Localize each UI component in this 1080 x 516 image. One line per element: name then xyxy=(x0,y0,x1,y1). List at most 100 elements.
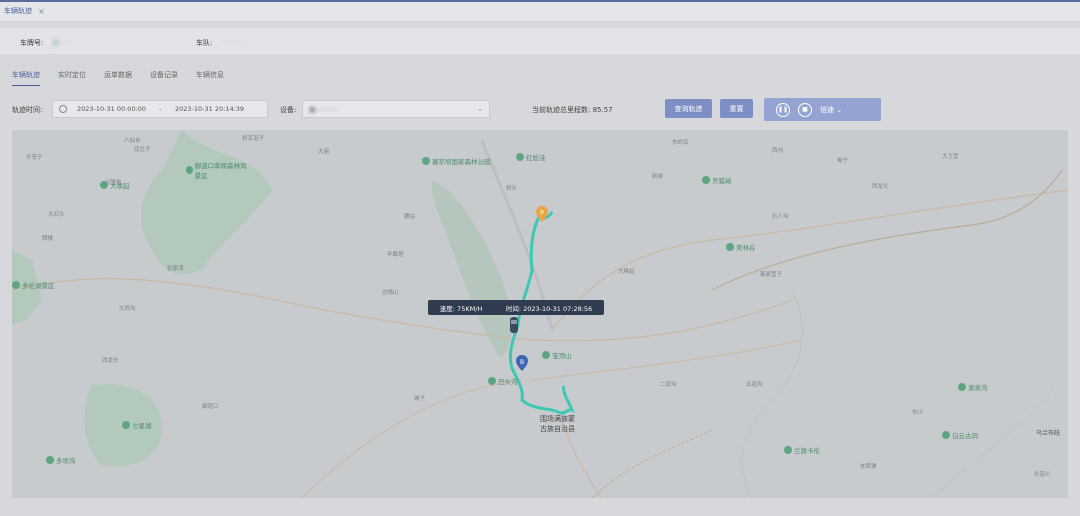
map-label: 姜家营子 xyxy=(760,272,783,278)
park-icon xyxy=(516,153,524,161)
calendar-icon xyxy=(59,105,67,113)
map-label: 大石头 xyxy=(48,212,65,218)
map-label: 二道沟 xyxy=(660,382,677,388)
map-label: 西龙头 xyxy=(102,358,119,364)
start-marker-label: P xyxy=(540,210,544,217)
range-separator: - xyxy=(159,105,162,113)
poi-marker[interactable]: 美林谷 xyxy=(726,242,756,252)
map-label: 将军泡子 xyxy=(242,136,265,142)
tab-bar xyxy=(0,0,1080,22)
fleet-label: 车队: xyxy=(196,39,213,47)
park-icon xyxy=(784,446,792,454)
playback-controls: ❚❚ ■ 倍速 ⌄ xyxy=(764,98,881,121)
end-marker-label: B xyxy=(520,359,524,366)
map-label: 乌兰布统 xyxy=(1036,430,1061,437)
park-icon xyxy=(100,181,108,189)
poi-marker[interactable]: 宝顶山 xyxy=(542,350,572,360)
end-marker[interactable]: B xyxy=(516,355,528,371)
subtab-realtime[interactable]: 实时定位 xyxy=(58,70,86,86)
pause-icon[interactable]: ❚❚ xyxy=(776,102,790,117)
time-label: 轨迹时间: xyxy=(12,106,43,114)
park-icon xyxy=(542,351,550,359)
sub-tabs: 车辆轨迹 实时定位 运单数据 设备记录 车辆信息 xyxy=(12,70,224,86)
map-label: 新拨 xyxy=(652,174,664,180)
subtab-waybill[interactable]: 运单数据 xyxy=(104,70,132,86)
time-range-picker[interactable]: 2023-10-31 00:00:00 - 2023-10-31 20:14:3… xyxy=(52,100,268,118)
device-label: 设备: xyxy=(280,106,297,114)
track-tooltip: 速度: 75KM/H 时间: 2023-10-31 07:28:56 xyxy=(428,300,604,315)
plate-value: 冀····· xyxy=(52,39,71,47)
park-icon xyxy=(942,431,950,439)
county-label: 围场满族蒙 古族自治县 xyxy=(540,414,575,434)
device-value: 冀··········· xyxy=(309,106,339,114)
start-marker[interactable]: P xyxy=(536,206,548,222)
park-icon xyxy=(488,377,496,385)
park-icon xyxy=(422,157,430,165)
map-label: 双岔子 xyxy=(134,147,151,153)
poi-marker[interactable]: 巴头沟 xyxy=(488,376,518,386)
map-label: 大王营 xyxy=(942,154,959,160)
poi-marker[interactable]: 塞罕坝国家森林公园 xyxy=(422,156,492,166)
county-name-line2: 古族自治县 xyxy=(540,425,575,433)
park-icon xyxy=(726,243,734,251)
device-select[interactable]: 冀··········· ⌄ xyxy=(302,100,490,118)
map-label: 西沟 xyxy=(772,148,784,154)
map-label: 大西沟 xyxy=(119,306,136,312)
tab-vehicle-track[interactable]: 车辆轨迹 × xyxy=(4,2,45,20)
map-label: 张家湾 xyxy=(167,266,184,272)
speed-select[interactable]: 倍速 ⌄ xyxy=(820,105,842,115)
poi-marker[interactable]: 多伦湖景区 xyxy=(12,280,55,290)
map-label: 半截塔 xyxy=(387,252,404,258)
stop-icon[interactable]: ■ xyxy=(798,102,812,117)
plate-label: 车牌号: xyxy=(20,39,44,47)
subtab-vehicle-info[interactable]: 车辆信息 xyxy=(196,70,224,86)
map-label: 边墙山 xyxy=(382,290,399,296)
subtab-device-record[interactable]: 设备记录 xyxy=(150,70,178,86)
county-name-line1: 围场满族蒙 xyxy=(540,415,575,423)
fleet-value: ·········· xyxy=(222,38,245,46)
park-icon xyxy=(122,421,130,429)
poi-marker[interactable]: 滚泉沟 xyxy=(958,382,988,392)
close-icon[interactable]: × xyxy=(38,7,45,16)
poi-marker[interactable]: 七星湖 xyxy=(122,420,152,430)
speed-label: 倍速 xyxy=(820,105,834,114)
park-icon xyxy=(702,176,710,184)
map-label: 老窝铺 xyxy=(860,464,877,470)
total-mileage: 当前轨迹总里程数: 85.57 xyxy=(532,106,613,114)
park-icon xyxy=(12,281,20,289)
map-label: 大庙 xyxy=(318,149,330,155)
poi-marker[interactable]: 灵狐峪 xyxy=(702,175,732,185)
park-icon xyxy=(958,383,966,391)
map-label: 八仙台 xyxy=(124,138,141,144)
map-label: 东岭后 xyxy=(672,140,689,146)
map-label: 五道沟 xyxy=(746,382,763,388)
map-label: 不苍子 xyxy=(26,155,43,161)
query-track-button[interactable]: 查询轨迹 xyxy=(665,99,712,118)
poi-marker[interactable]: 兰旗卡伦 xyxy=(784,445,820,455)
map-label: 东川 xyxy=(912,410,924,416)
chevron-down-icon: ⌄ xyxy=(477,105,483,113)
poi-marker[interactable]: 红松洼 xyxy=(516,152,546,162)
map-label: 城子 xyxy=(414,396,426,402)
start-time[interactable]: 2023-10-31 00:00:00 xyxy=(77,105,159,113)
end-time[interactable]: 2023-10-31 20:14:39 xyxy=(175,105,244,113)
poi-marker[interactable]: 多坝沟 xyxy=(46,455,76,465)
park-icon xyxy=(186,166,193,174)
vehicle-icon[interactable] xyxy=(508,316,520,334)
poi-marker[interactable]: 大唤起 xyxy=(100,180,130,190)
tab-title: 车辆轨迹 xyxy=(4,7,32,15)
poi-marker[interactable]: 白云古洞 xyxy=(942,430,978,440)
reset-button[interactable]: 重置 xyxy=(720,99,753,118)
poi-marker[interactable]: 御道口草原森林风景区 xyxy=(186,160,248,180)
map-label: 御道口 xyxy=(202,404,219,410)
map-label: 石人沟 xyxy=(772,214,789,220)
map-label: 牌楼 xyxy=(42,236,54,242)
park-icon xyxy=(46,456,54,464)
map-label: 桥头 xyxy=(506,186,518,192)
map-label: 甸子 xyxy=(837,158,849,164)
poi-marker[interactable]: 头道川 xyxy=(1034,470,1068,478)
tooltip-time: 时间: 2023-10-31 07:28:56 xyxy=(505,304,593,313)
map-label: 西龙头 xyxy=(872,184,889,190)
map-label: 大唤起 xyxy=(618,269,635,275)
subtab-track[interactable]: 车辆轨迹 xyxy=(12,70,40,86)
